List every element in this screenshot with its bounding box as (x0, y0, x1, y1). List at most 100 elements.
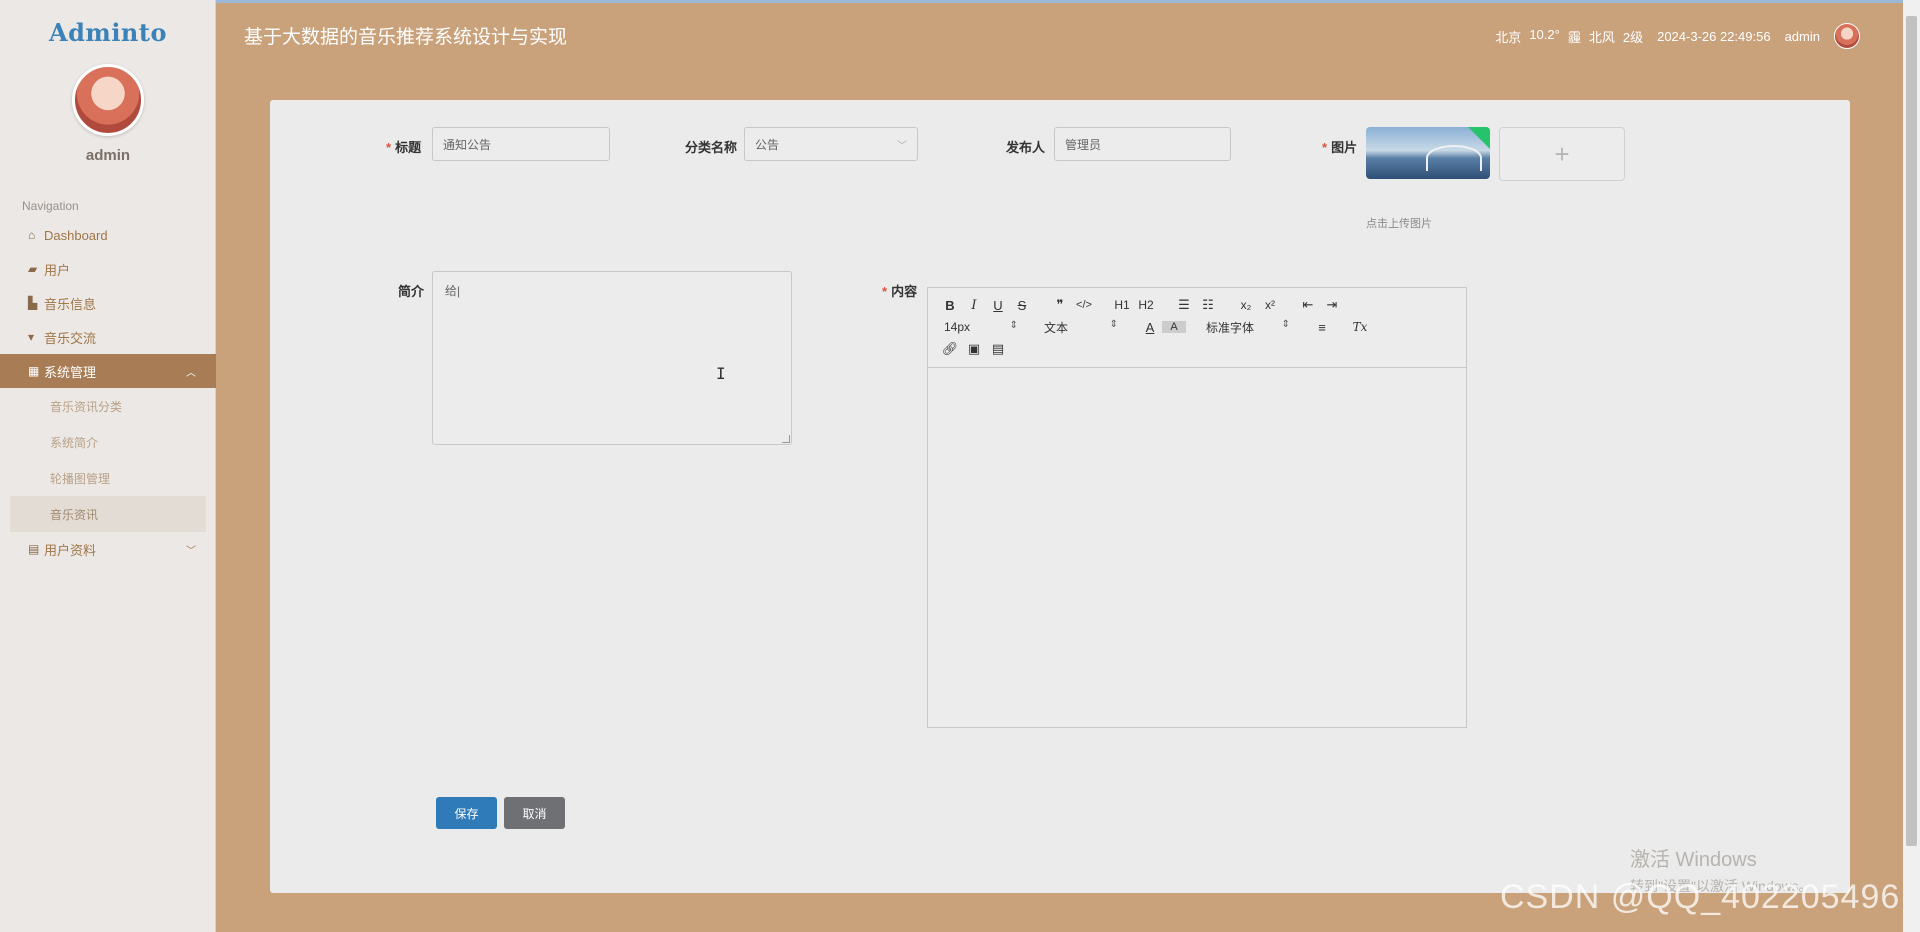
sidebar-item-label: Dashboard (44, 227, 108, 243)
upload-add-button[interactable]: + (1499, 127, 1625, 181)
header1-button[interactable]: H1 (1110, 298, 1134, 312)
font-family-select[interactable]: 标准字体 ⇕ (1200, 319, 1290, 336)
text-color-button[interactable]: A (1138, 320, 1162, 335)
subscript-button[interactable]: x₂ (1234, 298, 1258, 312)
avatar[interactable] (1834, 23, 1860, 49)
editor-content-area[interactable] (928, 368, 1466, 727)
brand-logo: Adminto (49, 18, 167, 47)
upload-success-badge (1468, 127, 1490, 149)
chevron-down-icon: ﹀ (897, 141, 907, 152)
intro-textarea[interactable]: 给| (432, 271, 792, 445)
weather-temp: 10.2° (1529, 26, 1560, 42)
scrollbar-thumb[interactable] (1906, 16, 1917, 846)
weather-widget: 北京 10.2° 霾 北风 2级 (1495, 27, 1643, 46)
intro-textarea-value: 给| (445, 284, 461, 298)
select-arrow-icon: ⇕ (1109, 318, 1118, 330)
category-label: 分类名称 (685, 140, 738, 155)
category-select[interactable]: 公告 ﹀ (744, 127, 918, 161)
weather-wind: 北风 (1588, 29, 1615, 45)
publisher-input[interactable]: 管理员 (1054, 127, 1231, 161)
sidebar-subitem-music-news-category[interactable]: 音乐资讯分类 (0, 388, 216, 424)
clear-format-button[interactable]: Tx (1348, 320, 1372, 334)
topbar-right: 北京 10.2° 霾 北风 2级 2024-3-26 22:49:56 admi… (1495, 23, 1860, 49)
publisher-label: 发布人 (1006, 140, 1046, 155)
csdn-watermark: CSDN @QQ_402205496 (1500, 878, 1901, 916)
avatar[interactable] (72, 64, 144, 136)
category-select-value: 公告 (755, 137, 780, 152)
topbar: 基于大数据的音乐推荐系统设计与实现 北京 10.2° 霾 北风 2级 2024-… (216, 0, 1920, 60)
sidebar-item-music-chat[interactable]: ▾ 音乐交流 (0, 320, 216, 354)
required-mark: * (1322, 140, 1328, 155)
sidebar-item-users[interactable]: ▰ 用户 (0, 252, 216, 286)
intro-label: 简介 (398, 284, 425, 299)
select-arrow-icon: ⇕ (1009, 320, 1018, 331)
required-mark: * (386, 140, 392, 155)
header-username[interactable]: admin (1785, 29, 1820, 44)
content-label: * 内容 (882, 281, 917, 300)
underline-button[interactable]: U (986, 298, 1010, 313)
bold-button[interactable]: B (938, 298, 962, 313)
weather-city: 北京 (1495, 29, 1522, 45)
datetime: 2024-3-26 22:49:56 (1657, 28, 1771, 44)
blockquote-button[interactable]: ❞ (1048, 297, 1072, 313)
header2-button[interactable]: H2 (1134, 298, 1158, 312)
sidebar-username: admin (85, 147, 131, 164)
image-icon[interactable]: ▣ (962, 341, 986, 357)
rich-text-editor: B I U S ❞ </> H1 H2 ☰ ☷ x₂ x² ⇤ ⇥ 14px ⇕ … (927, 287, 1467, 728)
cancel-button[interactable]: 取消 (504, 797, 565, 829)
required-mark: * (882, 284, 888, 299)
editor-toolbar: B I U S ❞ </> H1 H2 ☰ ☷ x₂ x² ⇤ ⇥ 14px ⇕ … (928, 288, 1466, 368)
page-title: 基于大数据的音乐推荐系统设计与实现 (244, 26, 568, 48)
music-icon: ▙ (28, 296, 38, 310)
sidebar-subitem-system-intro[interactable]: 系统简介 (0, 424, 216, 460)
sidebar-item-label: 用户资料 (44, 542, 97, 558)
image-label-text: 图片 (1331, 140, 1358, 155)
outdent-icon[interactable]: ⇤ (1296, 297, 1320, 313)
ordered-list-icon[interactable]: ☰ (1172, 297, 1196, 313)
title-input[interactable]: 通知公告 (432, 127, 610, 161)
indent-icon[interactable]: ⇥ (1320, 297, 1344, 313)
toolbar-row: 14px ⇕ 文本 ⇕ A A 标准字体 ⇕ ≡ Tx (938, 316, 1456, 338)
sidebar-subitem-carousel[interactable]: 轮播图管理 (0, 460, 216, 496)
title-label-text: 标题 (395, 140, 422, 155)
submenu: 音乐资讯分类 系统简介 轮播图管理 音乐资讯 (0, 388, 216, 532)
sidebar-subitem-music-news[interactable]: 音乐资讯 (10, 496, 206, 532)
text-cursor-icon: I (716, 364, 726, 383)
strikethrough-button[interactable]: S (1010, 298, 1034, 313)
sidebar-item-system-management[interactable]: ▦ 系统管理 ︿ (0, 354, 216, 388)
paragraph-select[interactable]: 文本 ⇕ (1038, 319, 1118, 336)
sidebar-item-music-info[interactable]: ▙ 音乐信息 (0, 286, 216, 320)
sidebar-item-label: 音乐交流 (44, 330, 97, 346)
chevron-up-icon: ︿ (186, 367, 196, 379)
italic-button[interactable]: I (962, 298, 986, 313)
user-icon: ▰ (28, 262, 38, 276)
resize-handle[interactable] (782, 435, 790, 443)
align-icon[interactable]: ≡ (1310, 320, 1334, 335)
select-arrow-icon: ⇕ (1281, 318, 1290, 330)
chevron-down-icon: ﹀ (186, 545, 196, 557)
sidebar-item-label: 音乐信息 (44, 296, 97, 312)
title-label: * 标题 (386, 137, 421, 156)
code-block-button[interactable]: </> (1072, 299, 1096, 311)
upload-hint: 点击上传图片 (1366, 218, 1432, 230)
sidebar-nav: ⌂ Dashboard ▰ 用户 ▙ 音乐信息 ▾ 音乐交流 ▦ 系统管理 ︿ … (0, 218, 216, 566)
watermark-line1: 激活 Windows (1630, 849, 1757, 871)
bullet-list-icon[interactable]: ☷ (1196, 297, 1220, 313)
background-color-button[interactable]: A (1162, 321, 1186, 333)
font-family-value: 标准字体 (1206, 320, 1255, 335)
chat-icon: ▾ (28, 330, 35, 344)
sidebar-item-user-profile[interactable]: ▤ 用户资料 ﹀ (0, 532, 216, 566)
weather-condition: 霾 (1567, 29, 1581, 45)
grid-icon: ▦ (28, 364, 40, 378)
superscript-button[interactable]: x² (1258, 298, 1282, 312)
font-size-value: 14px (944, 320, 971, 334)
file-icon: ▤ (28, 542, 40, 556)
video-icon[interactable]: ▤ (986, 341, 1010, 357)
sidebar-item-dashboard[interactable]: ⌂ Dashboard (0, 218, 216, 252)
uploaded-image[interactable] (1366, 127, 1490, 179)
link-icon[interactable]: 🔗︎ (938, 341, 962, 357)
sidebar: Adminto admin Navigation ⌂ Dashboard ▰ 用… (0, 0, 216, 932)
page-scrollbar[interactable] (1903, 0, 1920, 932)
font-size-select[interactable]: 14px ⇕ (938, 320, 1018, 334)
save-button[interactable]: 保存 (436, 797, 497, 829)
